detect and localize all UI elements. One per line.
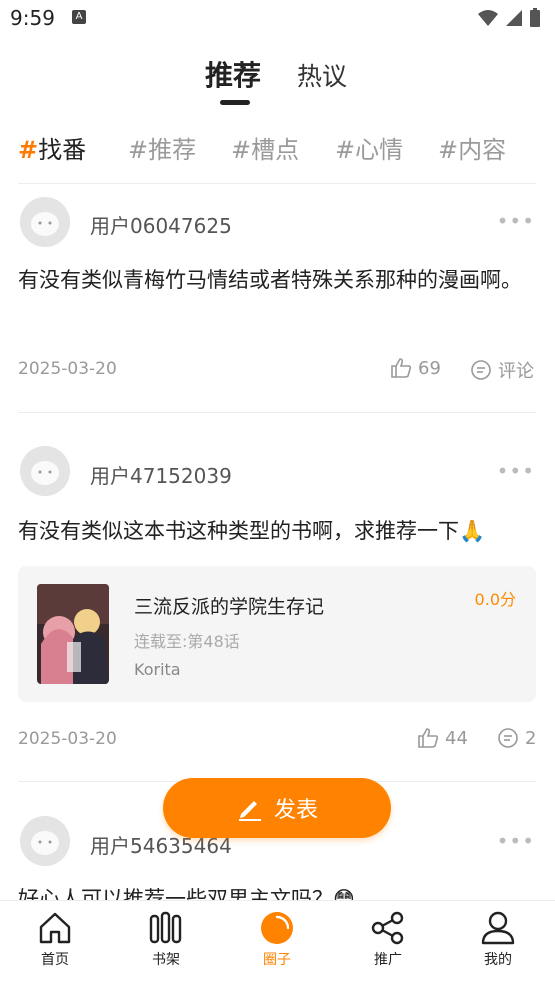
post-date: 2025-03-20 — [18, 359, 117, 379]
top-tabs: 推荐 热议 — [0, 50, 555, 110]
topic-recommend[interactable]: #推荐 — [128, 130, 196, 165]
book-author: Korita — [134, 660, 181, 679]
more-options-icon[interactable]: ••• — [497, 459, 535, 483]
topic-content[interactable]: #内容 — [438, 130, 506, 165]
publish-button[interactable]: 发表 — [163, 778, 391, 838]
avatar-placeholder-icon — [20, 197, 70, 247]
like-button[interactable]: 69 — [390, 357, 441, 379]
active-tab-indicator — [220, 100, 250, 105]
topic-label: 内容 — [458, 136, 507, 164]
nav-label: 我的 — [484, 952, 512, 968]
topic-bar: #找番 #推荐 #槽点 #心情 #内容 — [18, 130, 538, 166]
avatar-placeholder-icon — [20, 446, 70, 496]
book-score: 0.0分 — [474, 590, 516, 609]
status-time: 9:59 — [10, 6, 55, 30]
comment-count: 2 — [525, 727, 537, 749]
like-count: 44 — [445, 727, 468, 749]
avatar[interactable] — [20, 446, 70, 496]
like-button[interactable]: 44 — [417, 727, 468, 749]
topic-label: 槽点 — [251, 136, 300, 164]
divider — [18, 183, 536, 184]
battery-icon — [530, 8, 540, 27]
topic-hash: # — [438, 136, 459, 164]
topic-label: 找番 — [38, 136, 87, 164]
topic-label: 推荐 — [148, 136, 197, 164]
avatar[interactable] — [20, 816, 70, 866]
post-content: 有没有类似这本书这种类型的书啊，求推荐一下🙏 — [18, 519, 486, 543]
comment-icon — [498, 728, 518, 748]
nav-bookshelf[interactable]: 书架 — [126, 911, 206, 969]
avatar-placeholder-icon — [20, 816, 70, 866]
book-title[interactable]: 三流反派的学院生存记 — [134, 592, 324, 619]
nav-label: 圈子 — [263, 952, 291, 968]
nav-label: 书架 — [152, 952, 180, 968]
post-date: 2025-03-20 — [18, 729, 117, 749]
thumbs-up-icon — [418, 728, 439, 748]
topic-hash: # — [335, 136, 356, 164]
thumbs-up-icon — [391, 358, 412, 378]
book-card[interactable]: 三流反派的学院生存记 连载至:第48话 Korita 0.0分 — [18, 566, 536, 702]
nav-promote[interactable]: 推广 — [348, 911, 428, 969]
more-options-icon[interactable]: ••• — [497, 209, 535, 233]
topic-hash: # — [18, 136, 39, 164]
username[interactable]: 用户06047625 — [90, 210, 232, 239]
notification-icon: A — [72, 10, 86, 24]
topic-complaints[interactable]: #槽点 — [231, 130, 299, 165]
tab-recommend[interactable]: 推荐 — [205, 54, 261, 94]
post-content: 有没有类似青梅竹马情结或者特殊关系那种的漫画啊。 — [18, 268, 522, 292]
nav-circle[interactable]: 圈子 — [237, 911, 317, 969]
home-icon — [39, 912, 71, 944]
topic-mood[interactable]: #心情 — [335, 130, 403, 165]
avatar[interactable] — [20, 197, 70, 247]
nav-label: 推广 — [374, 952, 402, 968]
pen-icon — [238, 801, 261, 821]
more-options-icon[interactable]: ••• — [497, 829, 535, 853]
comment-button[interactable]: 评论 — [470, 357, 534, 383]
comment-icon — [471, 360, 491, 380]
topic-hash: # — [128, 136, 149, 164]
wifi-icon — [478, 10, 498, 26]
comment-button[interactable]: 2 — [497, 727, 536, 749]
status-bar: 9:59 A — [0, 0, 555, 38]
topic-label: 心情 — [355, 136, 404, 164]
bookshelf-icon — [149, 911, 182, 944]
username[interactable]: 用户47152039 — [90, 460, 232, 489]
divider — [18, 412, 536, 413]
topic-find-anime[interactable]: #找番 — [18, 130, 86, 165]
book-cover-image — [37, 584, 109, 684]
circle-icon — [261, 912, 293, 944]
nav-home[interactable]: 首页 — [15, 911, 95, 969]
tab-hot[interactable]: 热议 — [297, 57, 347, 93]
topic-hash: # — [231, 136, 252, 164]
bottom-nav: 首页 书架 圈子 推广 我的 — [0, 900, 555, 986]
like-count: 69 — [418, 357, 441, 379]
nav-profile[interactable]: 我的 — [458, 911, 538, 969]
status-icons — [477, 8, 541, 28]
profile-icon — [481, 911, 515, 945]
publish-label: 发表 — [273, 798, 318, 823]
book-progress: 连载至:第48话 — [134, 632, 240, 651]
comment-label: 评论 — [498, 361, 534, 382]
signal-icon — [506, 10, 522, 26]
share-icon — [371, 911, 404, 945]
nav-label: 首页 — [41, 952, 69, 968]
book-cover[interactable] — [37, 584, 109, 684]
